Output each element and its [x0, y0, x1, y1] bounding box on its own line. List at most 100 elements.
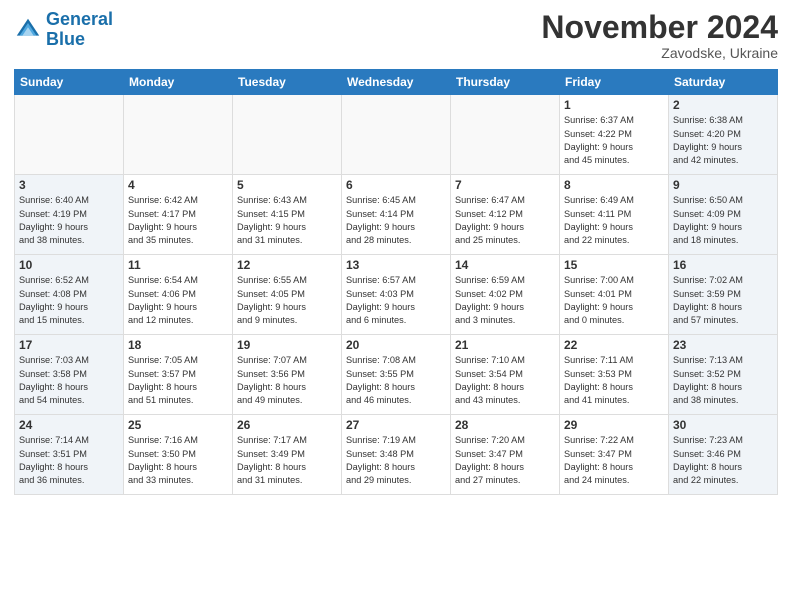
day-cell: 1Sunrise: 6:37 AM Sunset: 4:22 PM Daylig…	[560, 95, 669, 175]
day-number: 17	[19, 338, 119, 352]
day-info: Sunrise: 7:07 AM Sunset: 3:56 PM Dayligh…	[237, 354, 337, 407]
column-header-friday: Friday	[560, 70, 669, 95]
day-cell: 7 Sunrise: 6:47 AM Sunset: 4:12 PM Daylig…	[451, 175, 560, 255]
day-info: Sunrise: 7:05 AM Sunset: 3:57 PM Dayligh…	[128, 354, 228, 407]
header: General Blue November 2024 Zavodske, Ukr…	[14, 10, 778, 61]
day-number: 2	[673, 98, 773, 112]
day-cell: 26 Sunrise: 7:17 AM Sunset: 3:49 PM Dayli…	[233, 415, 342, 495]
day-cell: 4 Sunrise: 6:42 AM Sunset: 4:17 PM Daylig…	[124, 175, 233, 255]
day-cell: 20Sunrise: 7:08 AM Sunset: 3:55 PM Dayli…	[342, 335, 451, 415]
day-info: Sunrise: 6:42 AM Sunset: 4:17 PM Dayligh…	[128, 194, 228, 247]
day-info: Sunrise: 7:08 AM Sunset: 3:55 PM Dayligh…	[346, 354, 446, 407]
day-cell	[451, 95, 560, 175]
column-header-thursday: Thursday	[451, 70, 560, 95]
day-number: 12	[237, 258, 337, 272]
day-number: 4	[128, 178, 228, 192]
day-number: 29	[564, 418, 664, 432]
day-cell: 30 Sunrise: 7:23 AM Sunset: 3:46 PM Dayli…	[669, 415, 778, 495]
day-cell: 2Sunrise: 6:38 AM Sunset: 4:20 PM Daylig…	[669, 95, 778, 175]
day-number: 28	[455, 418, 555, 432]
day-info: Sunrise: 7:17 AM Sunset: 3:49 PM Dayligh…	[237, 434, 337, 487]
day-cell: 19 Sunrise: 7:07 AM Sunset: 3:56 PM Dayli…	[233, 335, 342, 415]
day-info: Sunrise: 7:11 AM Sunset: 3:53 PM Dayligh…	[564, 354, 664, 407]
day-info: Sunrise: 6:52 AM Sunset: 4:08 PM Dayligh…	[19, 274, 119, 327]
day-cell: 3 Sunrise: 6:40 AM Sunset: 4:19 PM Daylig…	[15, 175, 124, 255]
week-row-2: 3 Sunrise: 6:40 AM Sunset: 4:19 PM Daylig…	[15, 175, 778, 255]
day-cell: 9Sunrise: 6:50 AM Sunset: 4:09 PM Daylig…	[669, 175, 778, 255]
day-info: Sunrise: 6:37 AM Sunset: 4:22 PM Dayligh…	[564, 114, 664, 167]
day-cell: 6 Sunrise: 6:45 AM Sunset: 4:14 PM Daylig…	[342, 175, 451, 255]
day-cell: 17 Sunrise: 7:03 AM Sunset: 3:58 PM Dayli…	[15, 335, 124, 415]
week-row-5: 24Sunrise: 7:14 AM Sunset: 3:51 PM Dayli…	[15, 415, 778, 495]
day-number: 14	[455, 258, 555, 272]
day-number: 9	[673, 178, 773, 192]
day-info: Sunrise: 6:40 AM Sunset: 4:19 PM Dayligh…	[19, 194, 119, 247]
day-number: 19	[237, 338, 337, 352]
week-row-3: 10 Sunrise: 6:52 AM Sunset: 4:08 PM Dayli…	[15, 255, 778, 335]
week-row-1: 1Sunrise: 6:37 AM Sunset: 4:22 PM Daylig…	[15, 95, 778, 175]
day-cell: 29 Sunrise: 7:22 AM Sunset: 3:47 PM Dayli…	[560, 415, 669, 495]
day-number: 27	[346, 418, 446, 432]
day-info: Sunrise: 7:20 AM Sunset: 3:47 PM Dayligh…	[455, 434, 555, 487]
day-info: Sunrise: 7:14 AM Sunset: 3:51 PM Dayligh…	[19, 434, 119, 487]
day-info: Sunrise: 6:47 AM Sunset: 4:12 PM Dayligh…	[455, 194, 555, 247]
day-cell: 25Sunrise: 7:16 AM Sunset: 3:50 PM Dayli…	[124, 415, 233, 495]
day-cell: 23 Sunrise: 7:13 AM Sunset: 3:52 PM Dayli…	[669, 335, 778, 415]
column-header-saturday: Saturday	[669, 70, 778, 95]
title-block: November 2024 Zavodske, Ukraine	[541, 10, 778, 61]
day-info: Sunrise: 7:22 AM Sunset: 3:47 PM Dayligh…	[564, 434, 664, 487]
day-number: 21	[455, 338, 555, 352]
day-info: Sunrise: 6:45 AM Sunset: 4:14 PM Dayligh…	[346, 194, 446, 247]
location: Zavodske, Ukraine	[541, 45, 778, 61]
day-cell	[15, 95, 124, 175]
day-cell: 15Sunrise: 7:00 AM Sunset: 4:01 PM Dayli…	[560, 255, 669, 335]
day-info: Sunrise: 6:49 AM Sunset: 4:11 PM Dayligh…	[564, 194, 664, 247]
day-info: Sunrise: 7:03 AM Sunset: 3:58 PM Dayligh…	[19, 354, 119, 407]
column-header-wednesday: Wednesday	[342, 70, 451, 95]
day-cell: 8 Sunrise: 6:49 AM Sunset: 4:11 PM Daylig…	[560, 175, 669, 255]
day-info: Sunrise: 7:02 AM Sunset: 3:59 PM Dayligh…	[673, 274, 773, 327]
column-header-tuesday: Tuesday	[233, 70, 342, 95]
day-cell: 27 Sunrise: 7:19 AM Sunset: 3:48 PM Dayli…	[342, 415, 451, 495]
day-info: Sunrise: 6:59 AM Sunset: 4:02 PM Dayligh…	[455, 274, 555, 327]
day-number: 7	[455, 178, 555, 192]
day-number: 18	[128, 338, 228, 352]
day-number: 6	[346, 178, 446, 192]
day-number: 13	[346, 258, 446, 272]
day-cell	[124, 95, 233, 175]
logo-icon	[14, 16, 42, 44]
day-number: 10	[19, 258, 119, 272]
logo-text: General Blue	[46, 10, 113, 50]
day-info: Sunrise: 7:00 AM Sunset: 4:01 PM Dayligh…	[564, 274, 664, 327]
day-info: Sunrise: 7:13 AM Sunset: 3:52 PM Dayligh…	[673, 354, 773, 407]
day-number: 23	[673, 338, 773, 352]
day-cell: 18 Sunrise: 7:05 AM Sunset: 3:57 PM Dayli…	[124, 335, 233, 415]
day-number: 5	[237, 178, 337, 192]
day-cell: 28 Sunrise: 7:20 AM Sunset: 3:47 PM Dayli…	[451, 415, 560, 495]
page: General Blue November 2024 Zavodske, Ukr…	[0, 0, 792, 612]
day-cell: 24Sunrise: 7:14 AM Sunset: 3:51 PM Dayli…	[15, 415, 124, 495]
day-number: 8	[564, 178, 664, 192]
column-header-monday: Monday	[124, 70, 233, 95]
day-cell: 10 Sunrise: 6:52 AM Sunset: 4:08 PM Dayli…	[15, 255, 124, 335]
week-row-4: 17 Sunrise: 7:03 AM Sunset: 3:58 PM Dayli…	[15, 335, 778, 415]
day-info: Sunrise: 7:19 AM Sunset: 3:48 PM Dayligh…	[346, 434, 446, 487]
day-cell	[342, 95, 451, 175]
day-number: 3	[19, 178, 119, 192]
day-number: 11	[128, 258, 228, 272]
day-info: Sunrise: 7:23 AM Sunset: 3:46 PM Dayligh…	[673, 434, 773, 487]
day-number: 30	[673, 418, 773, 432]
header-row: SundayMondayTuesdayWednesdayThursdayFrid…	[15, 70, 778, 95]
day-number: 22	[564, 338, 664, 352]
month-title: November 2024	[541, 10, 778, 45]
day-cell: 12 Sunrise: 6:55 AM Sunset: 4:05 PM Dayli…	[233, 255, 342, 335]
day-cell: 21 Sunrise: 7:10 AM Sunset: 3:54 PM Dayli…	[451, 335, 560, 415]
day-cell: 11 Sunrise: 6:54 AM Sunset: 4:06 PM Dayli…	[124, 255, 233, 335]
day-cell: 22 Sunrise: 7:11 AM Sunset: 3:53 PM Dayli…	[560, 335, 669, 415]
day-info: Sunrise: 6:55 AM Sunset: 4:05 PM Dayligh…	[237, 274, 337, 327]
day-number: 16	[673, 258, 773, 272]
day-info: Sunrise: 6:54 AM Sunset: 4:06 PM Dayligh…	[128, 274, 228, 327]
day-info: Sunrise: 7:10 AM Sunset: 3:54 PM Dayligh…	[455, 354, 555, 407]
day-cell: 5Sunrise: 6:43 AM Sunset: 4:15 PM Daylig…	[233, 175, 342, 255]
day-number: 26	[237, 418, 337, 432]
